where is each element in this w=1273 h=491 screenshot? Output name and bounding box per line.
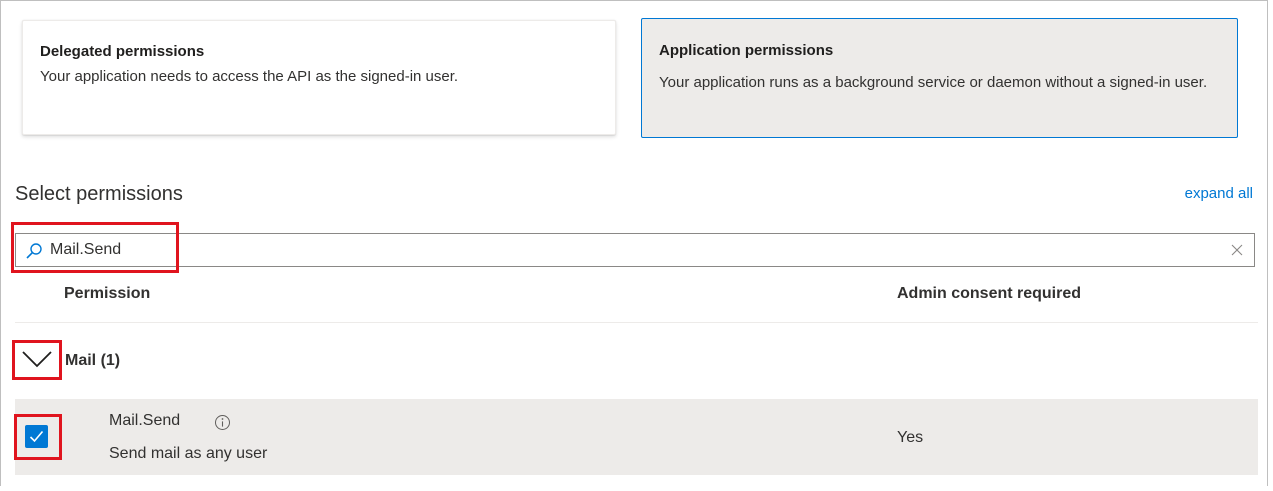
expand-all-link[interactable]: expand all: [1185, 185, 1253, 202]
checkbox-highlight-box: [14, 414, 62, 460]
permission-row[interactable]: Mail.Send Send mail as any user Yes: [15, 399, 1258, 475]
permission-group-label: Mail (1): [65, 352, 121, 369]
admin-consent-value: Yes: [897, 429, 924, 446]
permission-name: Mail.Send: [109, 412, 181, 429]
application-permissions-title: Application permissions: [659, 42, 834, 59]
header-divider: [15, 322, 1258, 323]
application-permissions-description: Your application runs as a background se…: [659, 74, 1208, 91]
permission-search-box[interactable]: [15, 233, 1255, 267]
search-highlight-box: [11, 222, 179, 273]
delegated-permissions-title: Delegated permissions: [40, 43, 205, 60]
close-icon[interactable]: [1230, 243, 1244, 257]
chevron-highlight-box: [12, 340, 62, 380]
select-permissions-heading: Select permissions: [15, 183, 183, 205]
delegated-permissions-description: Your application needs to access the API…: [40, 68, 459, 85]
permission-group-mail[interactable]: Mail (1): [15, 340, 1258, 384]
search-input[interactable]: [50, 239, 1230, 261]
info-icon[interactable]: [214, 414, 231, 431]
delegated-permissions-card[interactable]: Delegated permissions Your application n…: [22, 20, 616, 135]
column-header-permission: Permission: [64, 285, 151, 302]
column-header-admin-consent: Admin consent required: [897, 285, 1082, 302]
application-permissions-card[interactable]: Application permissions Your application…: [641, 18, 1238, 138]
permission-description: Send mail as any user: [109, 445, 268, 462]
